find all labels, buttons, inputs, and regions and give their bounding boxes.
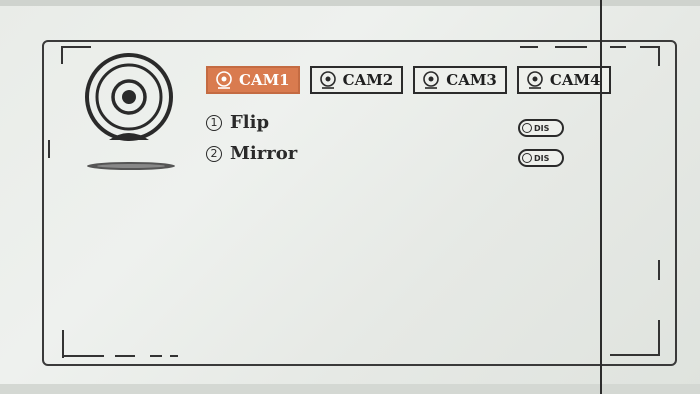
screen-bezel-top [0,0,700,6]
tab-cam1[interactable]: CAM1 [206,66,300,94]
frame-decoration [150,355,162,357]
toggle-state: DIS [534,123,550,133]
screen-bezel-bottom [0,384,700,394]
frame-decoration [48,140,50,158]
screen-divider-line [600,0,602,394]
frame-decoration [62,330,64,358]
webcam-icon [423,71,440,89]
frame-decoration [170,355,178,357]
camera-tabs: CAM1 CAM2 CAM3 CAM4 [206,66,611,94]
frame-decoration [520,46,538,48]
option-number: 1 [206,114,222,131]
tab-label: CAM4 [549,71,601,89]
toggle-knob [522,153,532,163]
frame-decoration [555,46,587,48]
option-label: Mirror [230,143,298,164]
toggle-knob [522,123,532,133]
toggle-state: DIS [534,153,550,163]
frame-decoration [61,46,91,48]
option-label: Flip [230,112,270,133]
tab-cam2[interactable]: CAM2 [309,66,404,94]
frame-decoration [640,46,660,48]
tab-cam3[interactable]: CAM3 [413,66,507,94]
frame-decoration [61,46,63,64]
camera-icon [76,52,186,172]
tab-cam4[interactable]: CAM4 [516,66,611,94]
frame-decoration [62,355,104,357]
option-number: 2 [206,145,222,162]
option-flip[interactable]: 1 Flip [206,112,269,133]
mirror-toggle[interactable]: DIS [518,149,564,167]
webcam-icon [216,71,232,89]
frame-decoration [658,260,660,280]
frame-decoration [610,46,626,48]
webcam-icon [319,71,336,89]
webcam-icon [527,71,543,89]
option-mirror[interactable]: 2 Mirror [206,143,297,164]
frame-decoration [658,46,660,66]
tab-label: CAM1 [239,71,290,89]
tab-label: CAM2 [342,71,394,89]
frame-decoration [115,355,135,357]
flip-toggle[interactable]: DIS [518,119,564,137]
frame-decoration [610,354,660,356]
frame-decoration [658,320,660,356]
tab-label: CAM3 [446,71,497,89]
